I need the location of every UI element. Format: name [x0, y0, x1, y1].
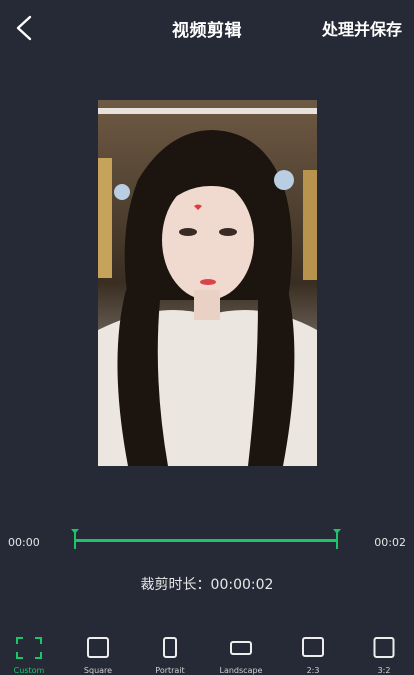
process-and-save-button[interactable]: 处理并保存: [322, 16, 402, 40]
ratio-3-2-icon: [373, 637, 395, 658]
trim-range-track[interactable]: [75, 539, 338, 542]
ratio-portrait-option[interactable]: Portrait: [138, 632, 202, 675]
ratio-custom-option[interactable]: Custom: [0, 632, 61, 675]
ratio-2-3-icon: [302, 637, 324, 657]
square-icon: [87, 637, 109, 658]
trim-duration-label: 裁剪时长：00:00:02: [140, 577, 274, 593]
ratio-portrait-label: Portrait: [155, 666, 185, 675]
ratio-square-label: Square: [83, 666, 113, 675]
ratio-landscape-option[interactable]: Landscape: [209, 632, 273, 675]
ratio-2-3-option[interactable]: 2:3: [281, 632, 345, 675]
ratio-2-3-label: 2:3: [306, 666, 320, 675]
ratio-landscape-label: Landscape: [219, 666, 263, 675]
trim-timeline: 00:00 00:02: [0, 522, 414, 562]
ratio-3-2-label: 3:2: [377, 666, 391, 675]
crop-corners-icon: [16, 637, 42, 659]
portrait-rect-icon: [163, 637, 177, 658]
landscape-rect-icon: [230, 641, 252, 655]
ratio-3-2-option[interactable]: 3:2: [352, 632, 414, 675]
aspect-ratio-bar: Custom Square Portrait Landscape 2:3 3:2: [0, 632, 414, 675]
trim-end-handle[interactable]: [333, 529, 341, 549]
video-preview[interactable]: [98, 100, 317, 466]
trim-start-handle[interactable]: [71, 529, 79, 549]
video-frame-image: [98, 100, 317, 466]
start-time-label: 00:00: [8, 536, 40, 549]
top-bar: 视频剪辑 处理并保存: [0, 0, 414, 56]
ratio-custom-label: Custom: [13, 666, 45, 675]
end-time-label: 00:02: [374, 536, 406, 549]
ratio-square-option[interactable]: Square: [66, 632, 130, 675]
